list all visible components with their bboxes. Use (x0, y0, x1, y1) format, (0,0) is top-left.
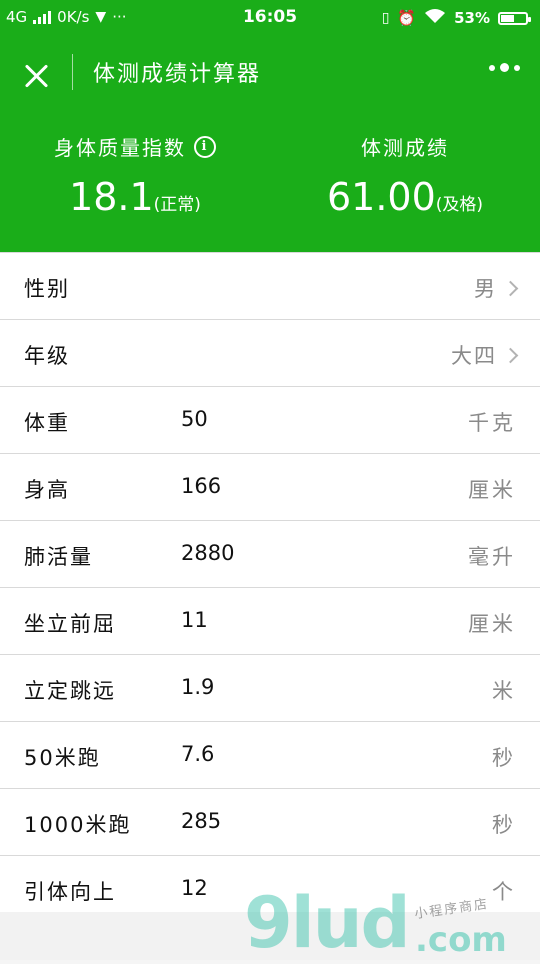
bmi-panel: 身体质量指数 i 18.1(正常) (0, 132, 270, 227)
gender-select[interactable]: 男 (474, 273, 519, 303)
weight-row: 体重 50 千克 (0, 387, 540, 454)
page-title: 体测成绩计算器 (93, 62, 262, 87)
input-form: 性别 男 年级 大四 体重 50 千克 身高 166 厘米 肺活量 2880 毫… (0, 252, 540, 923)
run-1000-label: 1000米跑 (24, 813, 132, 837)
pull-up-label: 引体向上 (24, 880, 116, 904)
sit-reach-row: 坐立前屈 11 厘米 (0, 588, 540, 655)
sit-reach-input[interactable]: 11 (181, 608, 208, 632)
pull-up-unit: 个 (492, 880, 516, 904)
run-50-input[interactable]: 7.6 (181, 742, 214, 766)
score-panel: 体测成绩 61.00(及格) (270, 132, 540, 227)
bmi-value-row: 18.1(正常) (0, 175, 270, 227)
long-jump-unit: 米 (492, 679, 516, 703)
vital-capacity-unit: 毫升 (468, 545, 516, 569)
run-50-label: 50米跑 (24, 746, 101, 770)
dot-icon (500, 63, 509, 72)
bmi-status: (正常) (153, 195, 201, 215)
score-status: (及格) (435, 195, 484, 215)
run-50-row: 50米跑 7.6 秒 (0, 722, 540, 789)
pull-up-input[interactable]: 12 (181, 876, 208, 900)
battery-icon (498, 11, 531, 25)
weight-label: 体重 (24, 411, 70, 435)
bmi-label-row: 身体质量指数 i (54, 132, 216, 161)
grade-row[interactable]: 年级 大四 (0, 320, 540, 387)
header-divider (72, 54, 73, 90)
more-options-button[interactable] (489, 63, 520, 72)
grade-label: 年级 (24, 344, 70, 368)
bmi-value: 18.1 (69, 175, 154, 219)
long-jump-label: 立定跳远 (24, 679, 116, 703)
bmi-label: 身体质量指数 (54, 136, 186, 160)
vibrate-icon: ▯ (381, 10, 390, 26)
height-unit: 厘米 (468, 478, 516, 502)
gender-label: 性别 (24, 277, 70, 301)
page-bottom (0, 912, 540, 960)
height-label: 身高 (24, 478, 70, 502)
vital-capacity-label: 肺活量 (24, 545, 93, 569)
run-1000-unit: 秒 (492, 813, 516, 837)
run-50-unit: 秒 (492, 746, 516, 770)
grade-select[interactable]: 大四 (451, 340, 519, 370)
battery-percent: 53% (454, 9, 490, 27)
dot-icon (489, 64, 495, 71)
score-label: 体测成绩 (361, 136, 449, 160)
weight-input[interactable]: 50 (181, 407, 208, 431)
run-1000-row: 1000米跑 285 秒 (0, 789, 540, 856)
alarm-icon: ⏰ (397, 9, 417, 27)
score-value-row: 61.00(及格) (270, 175, 540, 227)
chevron-right-icon (502, 347, 519, 363)
vital-capacity-input[interactable]: 2880 (181, 541, 234, 565)
wifi-icon (424, 8, 446, 28)
gender-value: 男 (474, 277, 497, 301)
close-button[interactable] (18, 58, 54, 94)
gender-row[interactable]: 性别 男 (0, 252, 540, 320)
score-value: 61.00 (326, 175, 436, 219)
score-label-row: 体测成绩 (361, 132, 449, 161)
grade-value: 大四 (451, 344, 497, 368)
height-row: 身高 166 厘米 (0, 454, 540, 521)
chevron-right-icon (502, 280, 519, 296)
status-bar: 4G 0K/s ▼ ··· 16:05 ▯ ⏰ 53% (0, 0, 540, 36)
app-header: 体测成绩计算器 身体质量指数 i 18.1(正常) 体测成绩 61.00(及格) (0, 36, 540, 252)
long-jump-row: 立定跳远 1.9 米 (0, 655, 540, 722)
height-input[interactable]: 166 (181, 474, 221, 498)
sit-reach-label: 坐立前屈 (24, 612, 116, 636)
run-1000-input[interactable]: 285 (181, 809, 221, 833)
weight-unit: 千克 (468, 411, 516, 435)
vital-capacity-row: 肺活量 2880 毫升 (0, 521, 540, 588)
dot-icon (514, 64, 520, 71)
sit-reach-unit: 厘米 (468, 612, 516, 636)
status-right: ▯ ⏰ 53% (381, 8, 531, 28)
long-jump-input[interactable]: 1.9 (181, 675, 214, 699)
info-icon[interactable]: i (194, 135, 216, 158)
